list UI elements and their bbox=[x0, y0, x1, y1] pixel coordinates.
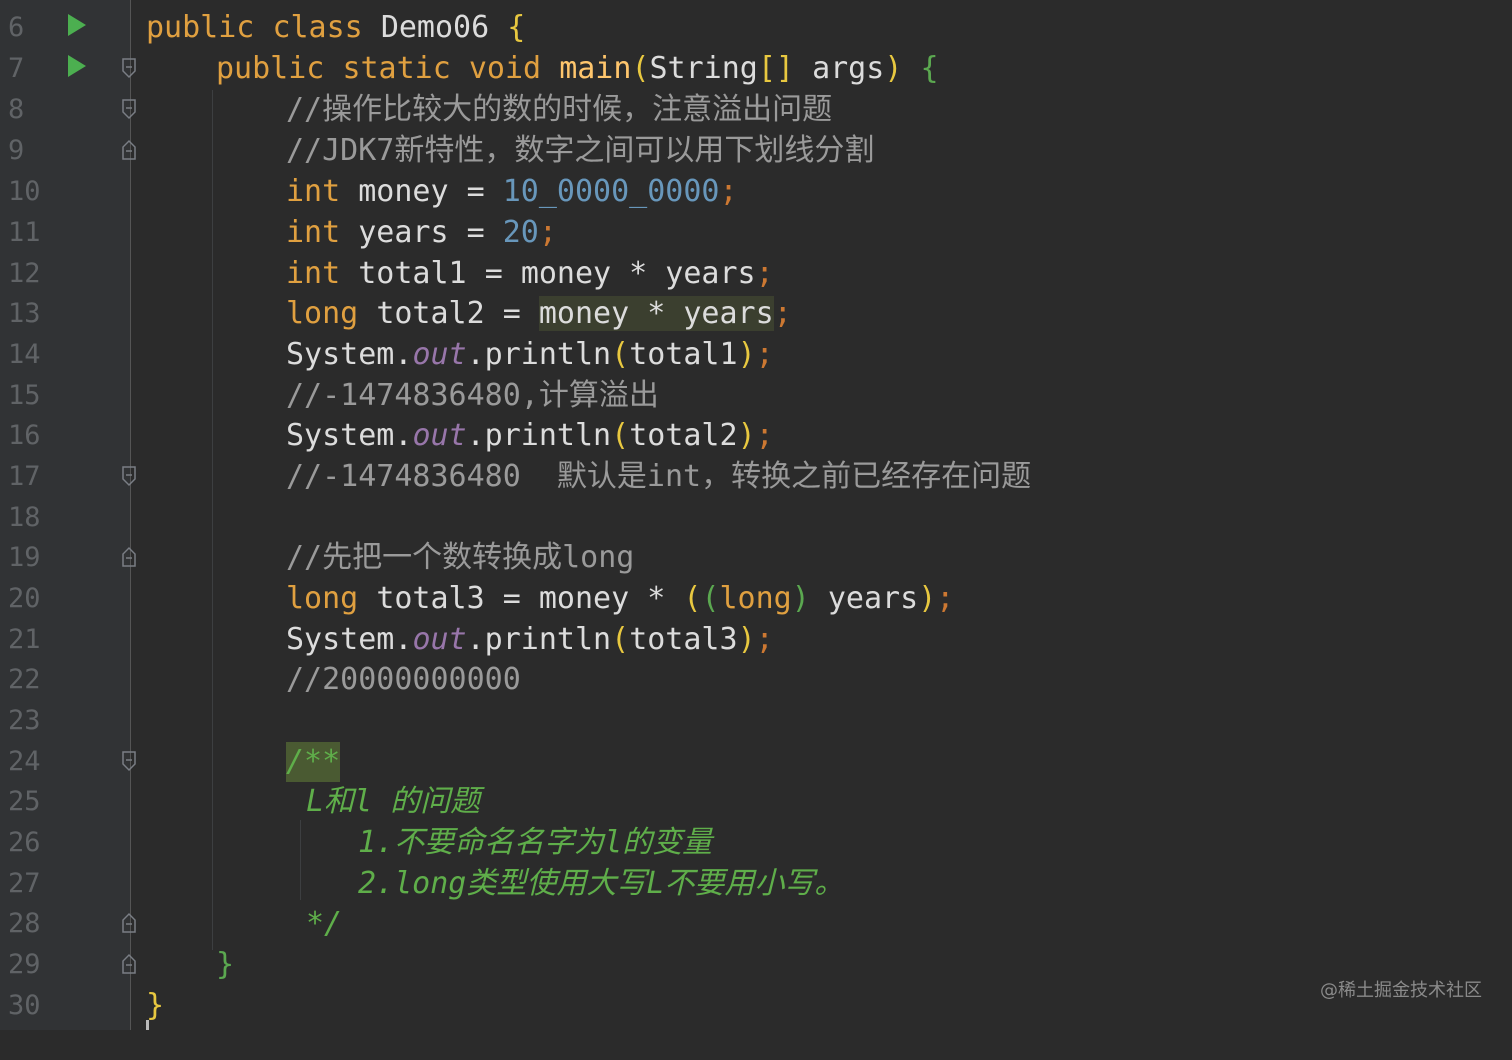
code-line-8[interactable]: 8 //操作比较大的数的时候，注意溢出问题 bbox=[0, 88, 1512, 129]
line-number: 17 bbox=[8, 461, 41, 492]
fold-end-icon[interactable] bbox=[121, 953, 137, 975]
doc-comment: L和l 的问题 bbox=[306, 784, 481, 819]
code-text: public static void main(String[] args) { bbox=[216, 51, 939, 86]
code-line-16[interactable]: 16 System.out.println(total2); bbox=[0, 414, 1512, 455]
code-text: public class Demo06 { bbox=[146, 10, 526, 45]
doc-comment-start: /** bbox=[286, 742, 341, 782]
line-number: 9 bbox=[8, 135, 25, 166]
comment: //-1474836480 默认是int，转换之前已经存在问题 bbox=[286, 459, 1032, 494]
inspection-highlight: money * years bbox=[538, 296, 774, 331]
line-number: 25 bbox=[8, 786, 41, 817]
closing-brace: } bbox=[216, 947, 235, 982]
code-line-6[interactable]: 6 public class Demo06 { bbox=[0, 6, 1512, 47]
line-number: 16 bbox=[8, 420, 41, 451]
code-line-20[interactable]: 20 long total3 = money * ((long) years); bbox=[0, 577, 1512, 618]
line-number: 8 bbox=[8, 94, 25, 125]
comment: //操作比较大的数的时候，注意溢出问题 bbox=[286, 92, 833, 127]
line-number: 29 bbox=[8, 949, 41, 980]
line-number: 15 bbox=[8, 380, 41, 411]
code-line-7[interactable]: 7 public static void main(String[] args)… bbox=[0, 47, 1512, 88]
fold-end-icon[interactable] bbox=[121, 912, 137, 934]
code-line-29[interactable]: 29 } bbox=[0, 943, 1512, 984]
line-number: 26 bbox=[8, 827, 41, 858]
watermark: @稀土掘金技术社区 bbox=[1320, 980, 1482, 1001]
code-text: int total1 = money * years; bbox=[286, 256, 774, 291]
line-number: 10 bbox=[8, 176, 41, 207]
code-line-25[interactable]: 25 L和l 的问题 bbox=[0, 780, 1512, 821]
code-text: long total3 = money * ((long) years); bbox=[286, 581, 955, 616]
code-line-28[interactable]: 28 */ bbox=[0, 902, 1512, 943]
doc-comment: 1.不要命名名字为l的变量 bbox=[358, 825, 713, 860]
fold-collapse-icon[interactable] bbox=[121, 57, 137, 79]
code-line-10[interactable]: 10 int money = 10_0000_0000; bbox=[0, 170, 1512, 211]
comment: //先把一个数转换成long bbox=[286, 540, 635, 575]
code-line-11[interactable]: 11 int years = 20; bbox=[0, 211, 1512, 252]
comment: //-1474836480,计算溢出 bbox=[286, 378, 659, 413]
code-line-17[interactable]: 17 //-1474836480 默认是int，转换之前已经存在问题 bbox=[0, 455, 1512, 496]
code-line-12[interactable]: 12 int total1 = money * years; bbox=[0, 252, 1512, 293]
fold-collapse-icon[interactable] bbox=[121, 98, 137, 120]
code-line-19[interactable]: 19 //先把一个数转换成long bbox=[0, 536, 1512, 577]
line-number: 12 bbox=[8, 258, 41, 289]
code-text: long total2 = money * years; bbox=[286, 296, 792, 331]
fold-collapse-icon[interactable] bbox=[121, 465, 137, 487]
line-number: 13 bbox=[8, 298, 41, 329]
code-line-24[interactable]: 24 /** bbox=[0, 740, 1512, 782]
code-line-22[interactable]: 22 //20000000000 bbox=[0, 658, 1512, 699]
comment: //20000000000 bbox=[286, 662, 521, 697]
line-number: 7 bbox=[8, 53, 25, 84]
doc-comment-end: */ bbox=[306, 906, 343, 941]
text-caret bbox=[146, 1020, 149, 1030]
code-line-15[interactable]: 15 //-1474836480,计算溢出 bbox=[0, 374, 1512, 415]
code-line-23[interactable]: 23 bbox=[0, 699, 1512, 740]
line-number: 6 bbox=[8, 12, 25, 43]
line-number: 21 bbox=[8, 624, 41, 655]
code-text: int years = 20; bbox=[286, 215, 557, 250]
comment: //JDK7新特性，数字之间可以用下划线分割 bbox=[286, 133, 875, 168]
line-number: 30 bbox=[8, 990, 41, 1021]
line-number: 27 bbox=[8, 868, 41, 899]
code-text: System.out.println(total3); bbox=[286, 622, 774, 657]
line-number: 20 bbox=[8, 583, 41, 614]
code-line-21[interactable]: 21 System.out.println(total3); bbox=[0, 618, 1512, 659]
code-line-30[interactable]: 30 } bbox=[0, 984, 1512, 1025]
line-number: 18 bbox=[8, 502, 41, 533]
line-number: 23 bbox=[8, 705, 41, 736]
run-icon[interactable] bbox=[68, 55, 86, 77]
code-text: System.out.println(total2); bbox=[286, 418, 774, 453]
code-text: int money = 10_0000_0000; bbox=[286, 174, 738, 209]
code-line-14[interactable]: 14 System.out.println(total1); bbox=[0, 333, 1512, 374]
fold-end-icon[interactable] bbox=[121, 546, 137, 568]
run-icon[interactable] bbox=[68, 14, 86, 36]
line-number: 22 bbox=[8, 664, 41, 695]
line-number: 24 bbox=[8, 746, 41, 777]
code-line-26[interactable]: 26 1.不要命名名字为l的变量 bbox=[0, 821, 1512, 862]
code-line-27[interactable]: 27 2.long类型使用大写L不要用小写。 bbox=[0, 862, 1512, 903]
line-number: 28 bbox=[8, 908, 41, 939]
code-editor[interactable]: 6 public class Demo06 { 7 public static … bbox=[0, 0, 1512, 1030]
doc-comment: 2.long类型使用大写L不要用小写。 bbox=[358, 866, 845, 901]
fold-end-icon[interactable] bbox=[121, 139, 137, 161]
code-line-18[interactable]: 18 bbox=[0, 496, 1512, 537]
fold-collapse-icon[interactable] bbox=[121, 750, 137, 772]
code-line-13[interactable]: 13 long total2 = money * years; bbox=[0, 292, 1512, 333]
line-number: 11 bbox=[8, 217, 41, 248]
line-number: 19 bbox=[8, 542, 41, 573]
line-number: 14 bbox=[8, 339, 41, 370]
code-line-9[interactable]: 9 //JDK7新特性，数字之间可以用下划线分割 bbox=[0, 129, 1512, 170]
code-text: System.out.println(total1); bbox=[286, 337, 774, 372]
